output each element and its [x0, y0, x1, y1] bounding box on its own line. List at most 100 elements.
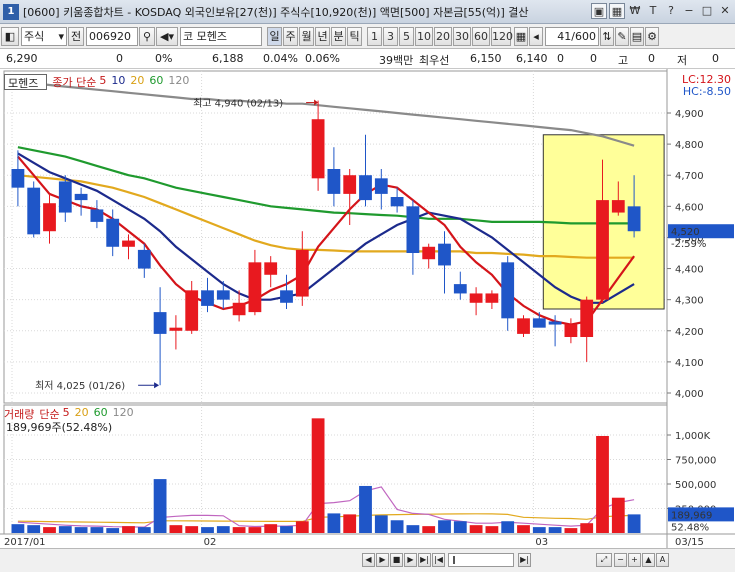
layout-icon[interactable]: ▣: [591, 3, 607, 19]
currency-icon[interactable]: ₩: [627, 3, 643, 19]
current-volume-pct: 52.48%: [671, 522, 709, 533]
candle-body: [580, 299, 594, 337]
v6-value: 0: [712, 52, 719, 65]
zoom-slider-handle[interactable]: [453, 556, 455, 564]
candle-body: [485, 293, 499, 303]
market-select[interactable]: 주식 ▾: [21, 26, 67, 46]
prev-button[interactable]: 전: [68, 26, 84, 46]
stock-name-field[interactable]: 코 모헨즈: [180, 26, 262, 46]
candle-body: [422, 246, 436, 260]
candle-body: [43, 203, 56, 232]
app-number-badge: 1: [3, 3, 19, 20]
period-button[interactable]: 월: [299, 26, 314, 46]
current-pct-label: -2.59%: [671, 239, 706, 250]
period-button[interactable]: 분: [331, 26, 346, 46]
candle-body: [264, 262, 278, 275]
volume-bar: [422, 526, 436, 533]
last-page-icon[interactable]: ▶|: [418, 553, 431, 567]
candle-body: [11, 169, 25, 188]
volume-bar: [406, 525, 420, 533]
text-icon[interactable]: A: [656, 553, 669, 567]
interval-button[interactable]: 5: [399, 26, 414, 46]
period-button[interactable]: 주: [283, 26, 298, 46]
tile-icon[interactable]: ▦: [609, 3, 625, 19]
volume-bar: [359, 485, 372, 533]
candle-body: [58, 181, 72, 213]
candle-body: [406, 206, 420, 253]
close-icon[interactable]: ✕: [717, 3, 733, 19]
zoom-slider[interactable]: [448, 553, 514, 567]
candle-body: [469, 293, 483, 303]
price-value: 6,290: [6, 52, 38, 65]
candle-body: [185, 290, 199, 331]
reset-icon[interactable]: ▲: [642, 553, 655, 567]
candle-body: [517, 318, 530, 334]
bid-value: 6,140: [516, 52, 548, 65]
refresh-icon[interactable]: ⇅: [600, 26, 614, 46]
scroll-end-icon[interactable]: ▶|: [518, 553, 531, 567]
volume-bar: [548, 527, 562, 533]
current-price-label: 4,520: [671, 227, 700, 238]
volume-bar: [564, 528, 578, 533]
next-page-icon[interactable]: ▶: [404, 553, 417, 567]
volume-bar: [374, 515, 388, 533]
prev-page-icon[interactable]: ▶: [376, 553, 389, 567]
volume-bar: [90, 527, 104, 533]
stop-icon[interactable]: ■: [390, 553, 403, 567]
candle-body: [280, 290, 293, 303]
volume-bar: [295, 521, 309, 533]
first-page-icon[interactable]: ◀: [362, 553, 375, 567]
interval-button[interactable]: 1: [367, 26, 382, 46]
volume-bar: [232, 527, 246, 533]
candle-body: [137, 249, 151, 269]
text-size-icon[interactable]: T: [645, 3, 661, 19]
maximize-icon[interactable]: □: [699, 3, 715, 19]
audio-icon[interactable]: ◀▾: [156, 26, 178, 46]
scroll-left-icon[interactable]: ◂: [529, 26, 543, 46]
period-button[interactable]: 일: [267, 26, 282, 46]
ratio2-value: 0.06%: [305, 52, 340, 65]
volume-bar: [153, 479, 167, 533]
candle-body: [201, 290, 214, 306]
stock-code-input[interactable]: 006920: [86, 26, 138, 46]
search-icon[interactable]: ⚲: [139, 26, 155, 46]
chart-canvas[interactable]: 4,0004,1004,2004,3004,4004,5004,6004,700…: [0, 69, 735, 548]
chart-type-icon[interactable]: ▦: [514, 26, 528, 46]
zoom-in-icon[interactable]: +: [628, 553, 641, 567]
volume-bar: [169, 525, 183, 533]
candle-body: [501, 262, 515, 319]
change-value: 0: [116, 52, 123, 65]
interval-button[interactable]: 120: [491, 26, 513, 46]
date-label: 03/15: [675, 537, 704, 548]
stock-name: 모헨즈: [196, 29, 227, 43]
interval-button[interactable]: 30: [453, 26, 471, 46]
interval-button[interactable]: 60: [472, 26, 490, 46]
candle-body: [74, 193, 88, 201]
candle-body: [611, 200, 625, 213]
candle-body: [359, 175, 372, 201]
save-icon[interactable]: ▤: [630, 26, 644, 46]
cursor-icon[interactable]: ⤢: [596, 553, 612, 567]
help-icon[interactable]: ?: [663, 3, 679, 19]
tools-icon[interactable]: ✎: [615, 26, 629, 46]
period-button[interactable]: 틱: [347, 26, 362, 46]
ma120-label: 120: [168, 74, 190, 87]
volume-bar: [596, 435, 609, 533]
settings-icon[interactable]: ⚙: [645, 26, 659, 46]
volume-bar: [280, 526, 293, 533]
volume-bar: [311, 418, 325, 533]
scroll-start-icon[interactable]: |◀: [432, 553, 445, 567]
period-button[interactable]: 년: [315, 26, 330, 46]
interval-button[interactable]: 3: [383, 26, 398, 46]
candle-body: [106, 218, 120, 247]
candle-body: [122, 240, 135, 247]
panel-toggle-icon[interactable]: ◧: [1, 26, 19, 46]
price-tick-label: 4,000: [675, 389, 704, 400]
chevron-down-icon: ▾: [58, 29, 64, 43]
interval-button[interactable]: 10: [415, 26, 433, 46]
indicator-name-box[interactable]: 모헨즈: [4, 74, 48, 90]
minimize-icon[interactable]: −: [681, 3, 697, 19]
zoom-out-icon[interactable]: −: [614, 553, 627, 567]
candle-body: [627, 206, 641, 232]
interval-button[interactable]: 20: [434, 26, 452, 46]
